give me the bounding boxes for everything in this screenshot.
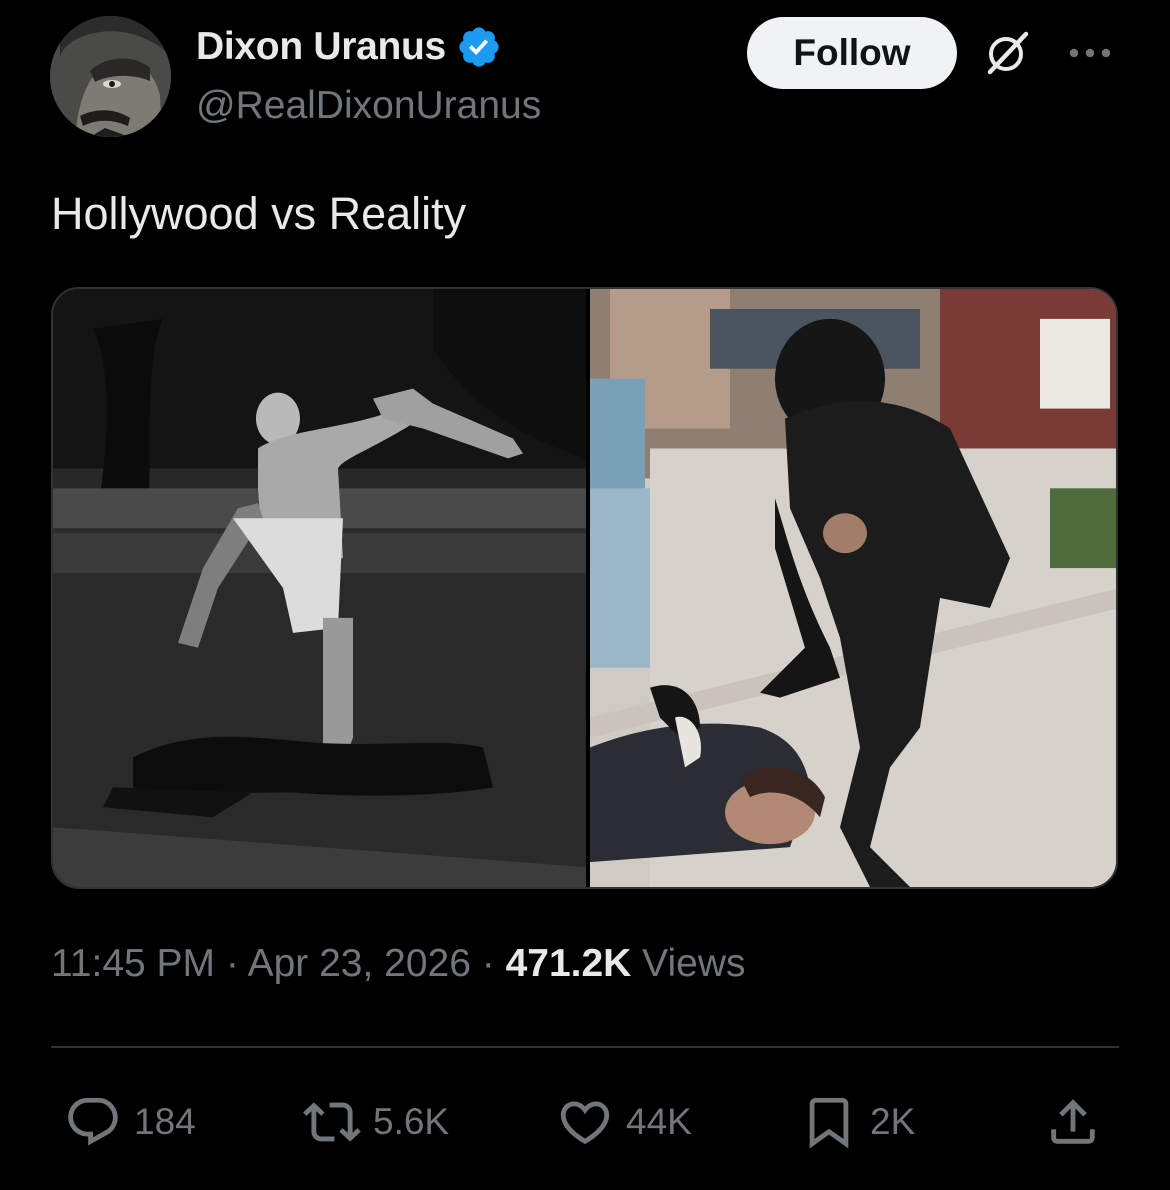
- share-button[interactable]: [1044, 1092, 1102, 1152]
- media-image-right[interactable]: [590, 289, 1116, 887]
- avatar-image: [50, 16, 171, 137]
- reply-icon: [68, 1097, 118, 1146]
- tweet-time[interactable]: 11:45 PM: [51, 942, 215, 985]
- meta-separator: ·: [470, 942, 506, 985]
- tweet-text: Hollywood vs Reality: [51, 188, 467, 239]
- like-button[interactable]: 44K: [556, 1092, 692, 1152]
- tweet-date[interactable]: Apr 23, 2026: [248, 942, 471, 985]
- display-name-text: Dixon Uranus: [196, 25, 446, 68]
- media-image-left[interactable]: [53, 289, 586, 887]
- bookmark-icon: [809, 1097, 849, 1149]
- repost-icon: [303, 1102, 361, 1142]
- share-icon: [1051, 1099, 1095, 1144]
- heart-icon: [560, 1101, 610, 1145]
- tweet-media[interactable]: [51, 287, 1118, 889]
- author-handle[interactable]: @RealDixonUranus: [196, 84, 541, 128]
- tweet-meta: 11:45 PM · Apr 23, 2026 · 471.2K Views: [51, 942, 746, 986]
- like-count: 44K: [626, 1101, 692, 1142]
- bookmark-count: 2K: [870, 1101, 916, 1142]
- verified-badge-icon: [456, 24, 502, 70]
- views-label: Views: [631, 942, 746, 985]
- grok-icon[interactable]: [982, 28, 1032, 78]
- meta-separator: ·: [215, 942, 248, 985]
- reply-count: 184: [134, 1101, 196, 1142]
- repost-count: 5.6K: [373, 1101, 450, 1142]
- reply-button[interactable]: 184: [64, 1092, 196, 1152]
- bookmark-button[interactable]: 2K: [800, 1092, 915, 1152]
- views-count: 471.2K: [505, 942, 632, 985]
- follow-button[interactable]: Follow: [747, 17, 957, 89]
- repost-button[interactable]: 5.6K: [303, 1092, 449, 1152]
- author-avatar[interactable]: [50, 16, 171, 137]
- more-dots-icon[interactable]: [1066, 38, 1114, 68]
- section-divider: [51, 1046, 1119, 1048]
- author-display-name[interactable]: Dixon Uranus: [196, 24, 502, 70]
